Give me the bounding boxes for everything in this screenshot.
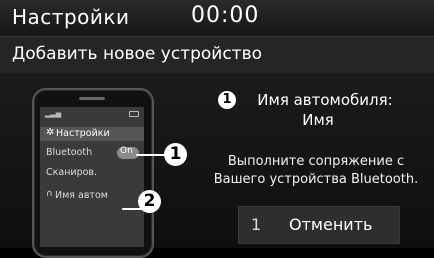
phone-settings-label: Настройки	[56, 128, 110, 139]
pairing-instruction-line-2: Вашего устройства Bluetooth.	[213, 172, 419, 187]
phone-speaker	[79, 97, 105, 100]
car-name-value: Имя	[302, 111, 334, 129]
status-bar: Настройки 00:00	[0, 0, 434, 36]
clock: 00:00	[191, 3, 260, 28]
gear-icon: ✲	[46, 127, 55, 138]
phone-illustration: ▂▃▅ ✲ Настройки Bluetooth On Сканиров. ∩…	[32, 88, 154, 258]
phone-scan-row: Сканиров.	[40, 166, 144, 180]
page-header: Добавить новое устройство	[0, 36, 434, 74]
phone-screen: ▂▃▅ ✲ Настройки Bluetooth On Сканиров. ∩…	[40, 107, 144, 247]
phone-device-row: ∩ Имя автом	[40, 189, 128, 203]
signal-icon: ▂▃▅	[45, 110, 62, 118]
callout-marker-1: 1	[164, 143, 187, 166]
pairing-instruction: Выполните сопряжение с Вашего устройства…	[198, 153, 434, 189]
phone-bluetooth-row: Bluetooth On	[40, 144, 144, 160]
phone-settings-row: ✲ Настройки	[40, 127, 144, 141]
step-marker-1: 1	[218, 91, 236, 109]
bluetooth-toggle: On	[117, 146, 139, 159]
page-title: Добавить новое устройство	[12, 44, 262, 64]
cancel-button[interactable]: 1 Отменить	[238, 206, 400, 244]
callout-line-2	[122, 208, 142, 210]
battery-icon	[129, 111, 139, 117]
phone-scan-label: Сканиров.	[46, 167, 98, 178]
screen-title: Настройки	[12, 5, 130, 29]
car-name-label: Имя автомобиля:	[257, 91, 393, 109]
callout-marker-2: 2	[138, 190, 161, 213]
phone-device-label: Имя автом	[55, 190, 108, 201]
pairing-instruction-line-1: Выполните сопряжение с	[227, 154, 405, 169]
toggle-label: On	[120, 146, 133, 156]
cancel-button-label: Отменить	[289, 215, 373, 234]
cancel-button-key: 1	[251, 215, 262, 234]
phone-status-bar: ▂▃▅	[40, 107, 144, 119]
phone-bluetooth-label: Bluetooth	[46, 147, 93, 158]
car-name-instruction: 1 Имя автомобиля: Имя	[208, 90, 428, 130]
headphones-icon: ∩	[46, 189, 53, 199]
